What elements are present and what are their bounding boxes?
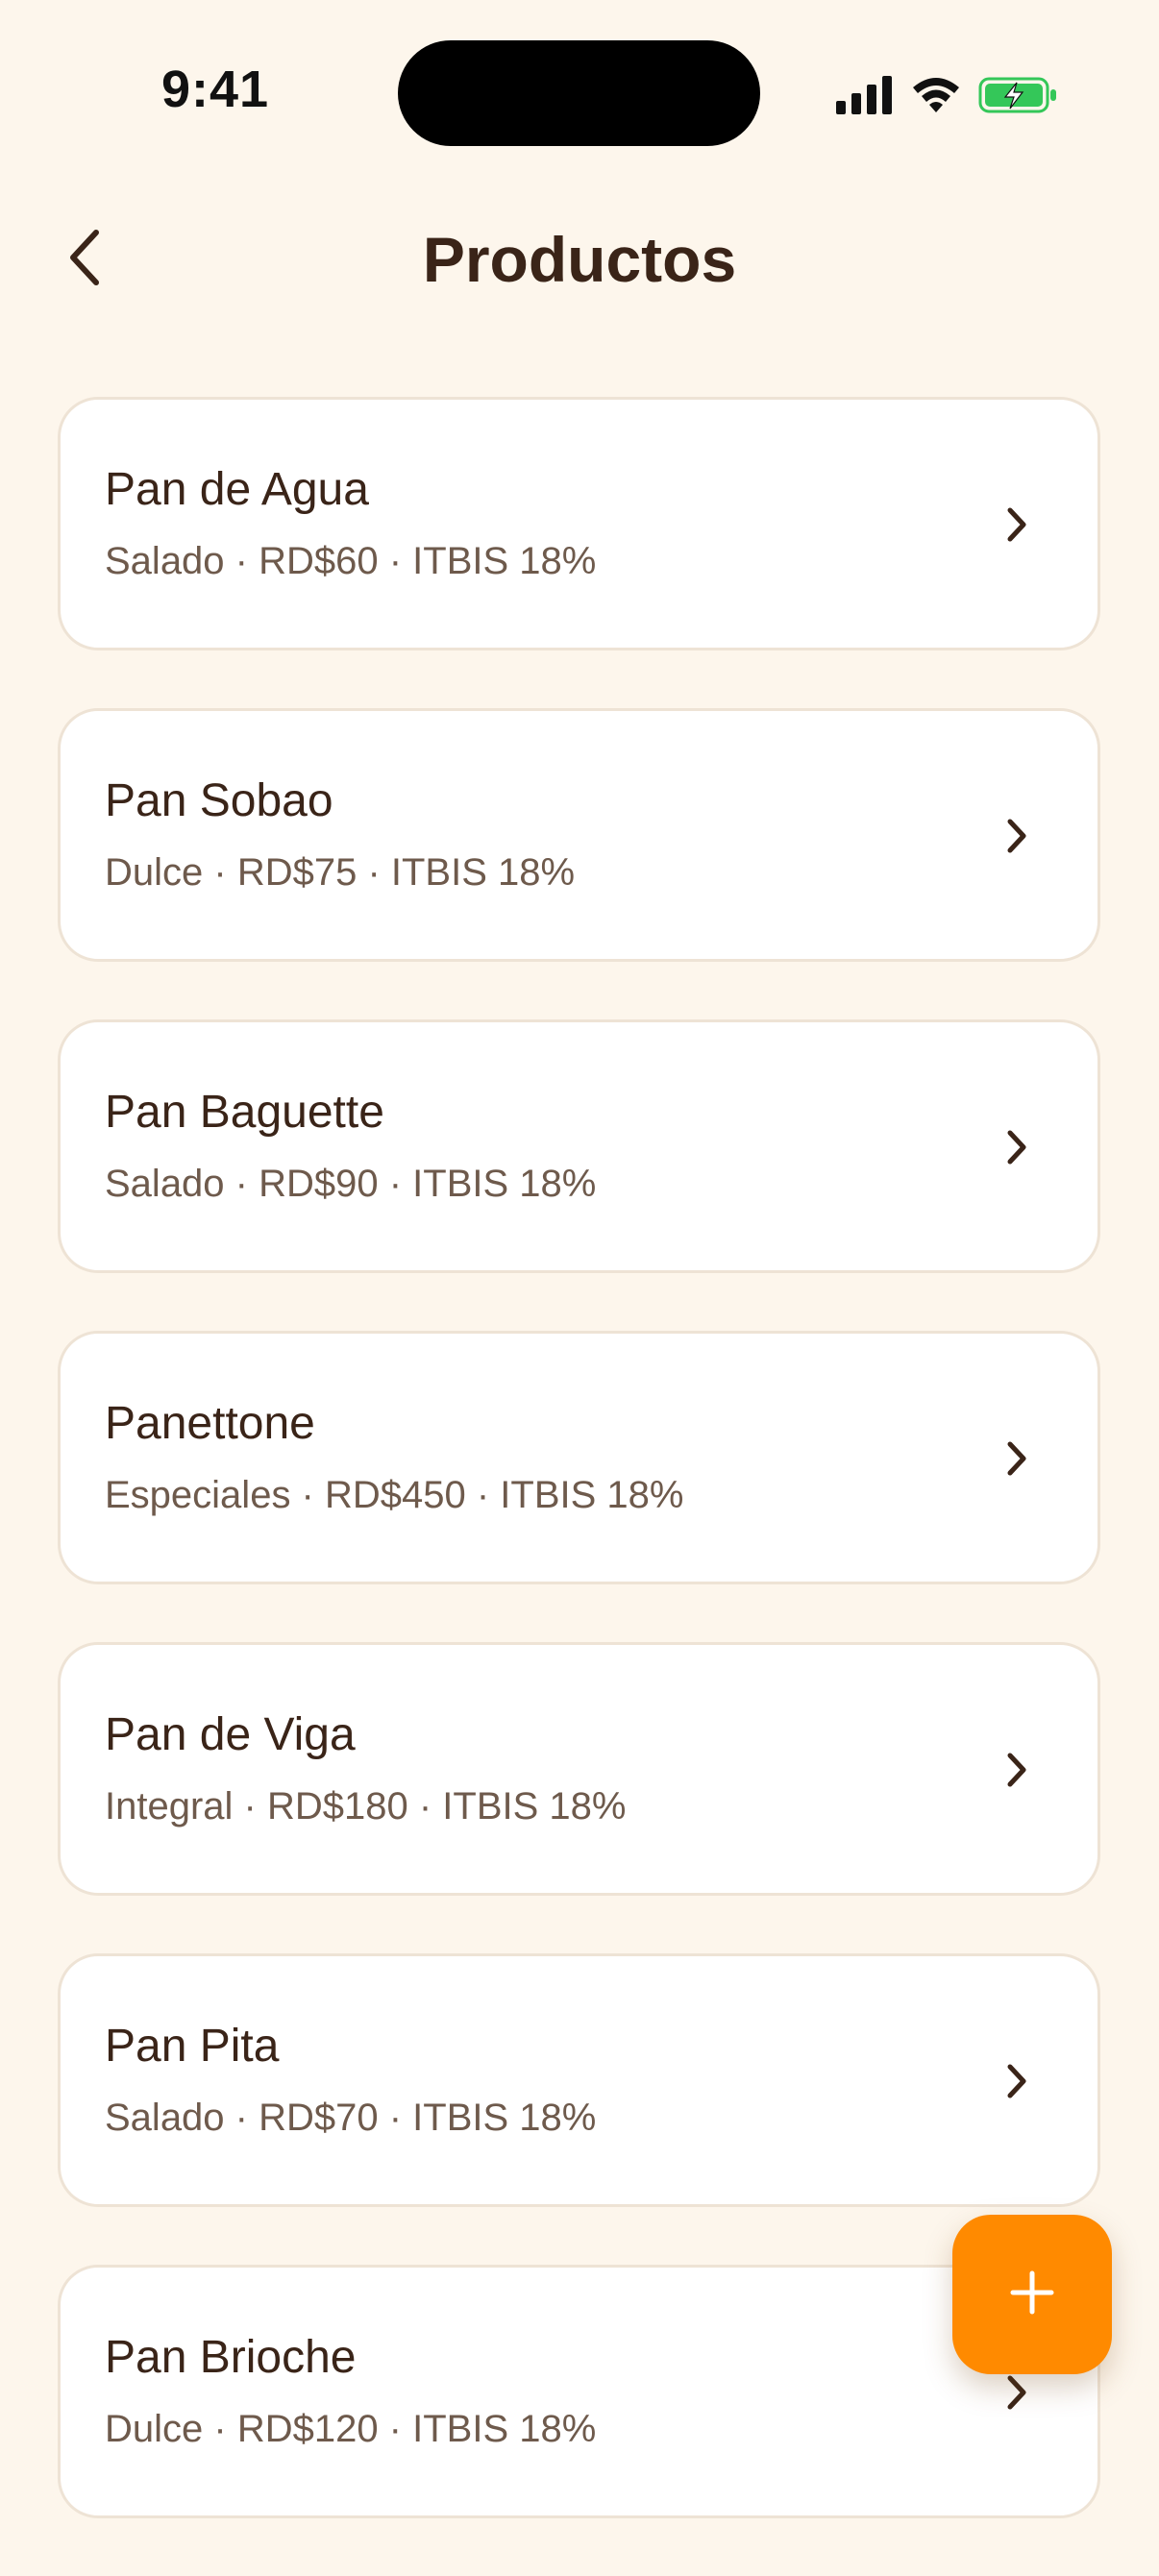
plus-icon: [1009, 2269, 1055, 2320]
chevron-right-icon: [996, 1437, 1038, 1480]
product-card[interactable]: Panettone Especiales · RD$450 · ITBIS 18…: [58, 1331, 1100, 1584]
product-meta: Integral · RD$180 · ITBIS 18%: [105, 1785, 627, 1828]
status-time: 9:41: [161, 61, 270, 118]
wifi-icon: [911, 76, 961, 114]
chevron-right-icon: [996, 815, 1038, 857]
product-name: Pan Sobao: [105, 775, 333, 826]
chevron-right-icon: [996, 2371, 1038, 2414]
product-name: Pan Brioche: [105, 2332, 357, 2383]
product-name: Pan de Agua: [105, 464, 369, 515]
product-card[interactable]: Pan de Viga Integral · RD$180 · ITBIS 18…: [58, 1642, 1100, 1896]
product-name: Panettone: [105, 1398, 315, 1449]
status-icons: [836, 71, 1059, 119]
product-name: Pan Baguette: [105, 1087, 384, 1138]
product-card[interactable]: Pan Sobao Dulce · RD$75 · ITBIS 18%: [58, 708, 1100, 962]
battery-charging-icon: [978, 75, 1059, 115]
product-name: Pan Pita: [105, 2021, 280, 2072]
product-meta: Salado · RD$70 · ITBIS 18%: [105, 2097, 597, 2139]
chevron-right-icon: [996, 2060, 1038, 2102]
product-meta: Dulce · RD$120 · ITBIS 18%: [105, 2408, 597, 2450]
cellular-signal-icon: [836, 76, 894, 114]
add-product-button[interactable]: [952, 2215, 1112, 2374]
product-meta: Salado · RD$60 · ITBIS 18%: [105, 540, 597, 582]
product-name: Pan de Viga: [105, 1709, 356, 1760]
dynamic-island: [398, 40, 760, 146]
product-meta: Salado · RD$90 · ITBIS 18%: [105, 1163, 597, 1205]
product-card[interactable]: Pan Pita Salado · RD$70 · ITBIS 18%: [58, 1953, 1100, 2207]
product-card[interactable]: Pan Baguette Salado · RD$90 · ITBIS 18%: [58, 1019, 1100, 1273]
product-card[interactable]: Pan Brioche Dulce · RD$120 · ITBIS 18%: [58, 2265, 1100, 2518]
chevron-right-icon: [996, 503, 1038, 546]
page-title: Productos: [422, 224, 737, 295]
product-meta: Dulce · RD$75 · ITBIS 18%: [105, 851, 576, 894]
product-card[interactable]: Pan de Agua Salado · RD$60 · ITBIS 18%: [58, 397, 1100, 650]
chevron-right-icon: [996, 1126, 1038, 1168]
nav-bar: Productos: [0, 202, 1159, 317]
product-meta: Especiales · RD$450 · ITBIS 18%: [105, 1474, 684, 1516]
product-list: Pan de Agua Salado · RD$60 · ITBIS 18% P…: [58, 397, 1100, 2576]
chevron-right-icon: [996, 1749, 1038, 1791]
status-bar: 9:41: [0, 0, 1159, 183]
